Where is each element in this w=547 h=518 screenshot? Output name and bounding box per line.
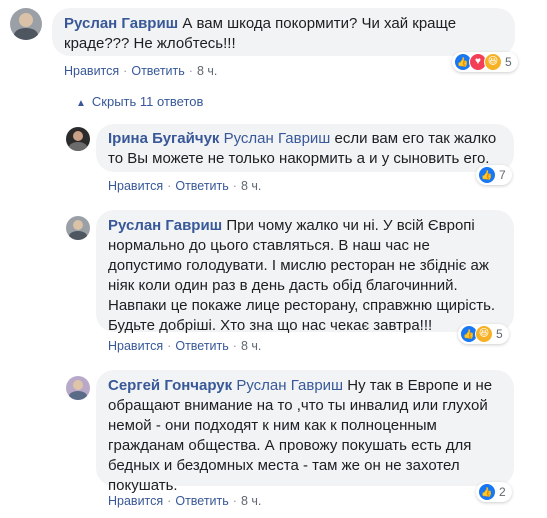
comment-bubble: Руслан Гавриш А вам шкода покормити? Чи … xyxy=(52,8,515,56)
author-name[interactable]: Сергей Гончарук xyxy=(108,377,232,394)
comment-bubble: Сергей Гончарук Руслан Гавриш Ну так в Е… xyxy=(96,370,514,494)
timestamp[interactable]: 8 ч. xyxy=(241,339,261,353)
timestamp[interactable]: 8 ч. xyxy=(241,179,261,193)
comment-bubble: Руслан Гавриш При чому жалко чи ні. У вс… xyxy=(96,210,514,334)
like-button[interactable]: Нравится xyxy=(108,339,163,353)
hide-replies-label: Скрыть 11 ответов xyxy=(91,94,204,109)
haha-reaction-icon: 😆 xyxy=(475,325,493,343)
reaction-count: 7 xyxy=(499,168,506,182)
avatar[interactable] xyxy=(10,8,42,40)
mention-link[interactable]: Руслан Гавриш xyxy=(236,377,343,394)
author-name[interactable]: Ірина Бугайчук xyxy=(108,130,219,147)
like-reaction-icon: 👍 xyxy=(478,166,496,184)
like-reaction-icon: 👍 xyxy=(478,483,496,501)
comment-bubble: Ірина Бугайчук Руслан Гавриш если вам ег… xyxy=(96,124,514,172)
avatar[interactable] xyxy=(66,127,90,151)
avatar[interactable] xyxy=(66,216,90,240)
reaction-summary[interactable]: 👍 ♥ 😆 5 xyxy=(452,52,518,72)
reaction-summary[interactable]: 👍 7 xyxy=(476,165,512,185)
reply-button[interactable]: Ответить xyxy=(131,64,184,78)
comment-actions: Нравится · Ответить · 8 ч. xyxy=(108,339,262,353)
comment-text: Ну так в Европе и не обращают внимание н… xyxy=(108,377,493,494)
comment-actions: Нравится · Ответить · 8 ч. xyxy=(64,64,218,78)
timestamp[interactable]: 8 ч. xyxy=(197,64,217,78)
collapse-arrow-icon: ▲ xyxy=(76,98,86,109)
comment-text: При чому жалко чи ні. У всій Європі норм… xyxy=(108,217,496,334)
reaction-count: 5 xyxy=(505,55,512,69)
reaction-count: 5 xyxy=(496,327,503,341)
mention-link[interactable]: Руслан Гавриш xyxy=(224,130,331,147)
comment-actions: Нравится · Ответить · 8 ч. xyxy=(108,494,262,508)
reply-button[interactable]: Ответить xyxy=(175,494,228,508)
like-button[interactable]: Нравится xyxy=(64,64,119,78)
reaction-count: 2 xyxy=(499,485,506,499)
reply-button[interactable]: Ответить xyxy=(175,179,228,193)
like-button[interactable]: Нравится xyxy=(108,494,163,508)
reaction-summary[interactable]: 👍 2 xyxy=(476,482,512,502)
author-name[interactable]: Руслан Гавриш xyxy=(108,217,222,234)
comment-actions: Нравится · Ответить · 8 ч. xyxy=(108,179,262,193)
author-name[interactable]: Руслан Гавриш xyxy=(64,15,178,32)
reaction-summary[interactable]: 👍 😆 5 xyxy=(458,324,509,344)
timestamp[interactable]: 8 ч. xyxy=(241,494,261,508)
avatar[interactable] xyxy=(66,376,90,400)
haha-reaction-icon: 😆 xyxy=(484,53,502,71)
reply-button[interactable]: Ответить xyxy=(175,339,228,353)
like-button[interactable]: Нравится xyxy=(108,179,163,193)
hide-replies-link[interactable]: ▲ Скрыть 11 ответов xyxy=(76,94,203,109)
